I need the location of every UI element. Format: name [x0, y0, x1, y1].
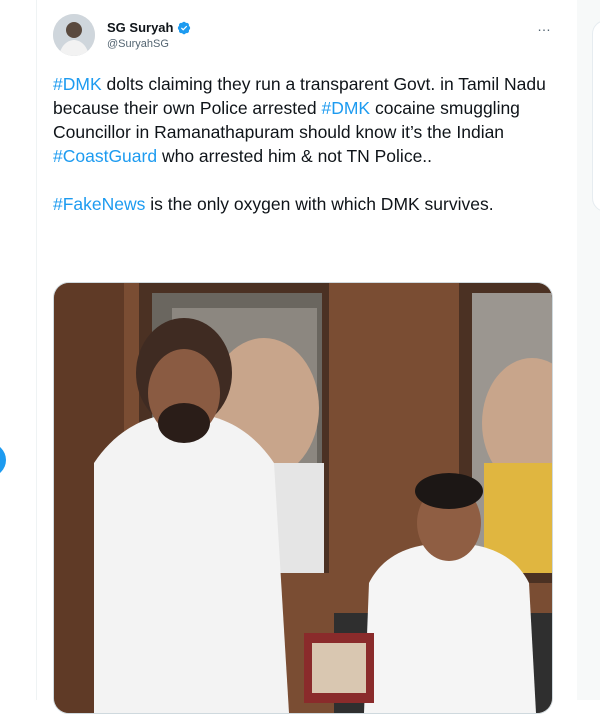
avatar[interactable]: [53, 14, 95, 56]
hashtag-link[interactable]: #DMK: [53, 74, 102, 94]
verified-badge-icon: [178, 21, 191, 34]
tweet-paragraph-1: #DMK dolts claiming they run a transpare…: [53, 72, 553, 168]
tweet-card[interactable]: SG Suryah @SuryahSG … #DMK dolts claimin…: [36, 0, 578, 714]
tweet-text-segment: is the only oxygen with which DMK surviv…: [145, 194, 494, 214]
author-name[interactable]: SG Suryah: [107, 20, 173, 35]
hashtag-link[interactable]: #DMK: [321, 98, 370, 118]
hashtag-link[interactable]: #CoastGuard: [53, 146, 157, 166]
hashtag-link[interactable]: #FakeNews: [53, 194, 145, 214]
tweet-text: #DMK dolts claiming they run a transpare…: [53, 72, 553, 240]
more-options-icon[interactable]: …: [537, 18, 552, 34]
right-sidebar-card-edge: [592, 20, 600, 212]
author-name-line[interactable]: SG Suryah: [107, 20, 191, 35]
left-sidebar-strip: [0, 0, 36, 700]
tweet-text-segment: who arrested him & not TN Police..: [157, 146, 433, 166]
tweet-photo[interactable]: [53, 282, 553, 714]
author-handle[interactable]: @SuryahSG: [107, 38, 169, 50]
tweet-paragraph-2: #FakeNews is the only oxygen with which …: [53, 192, 553, 216]
